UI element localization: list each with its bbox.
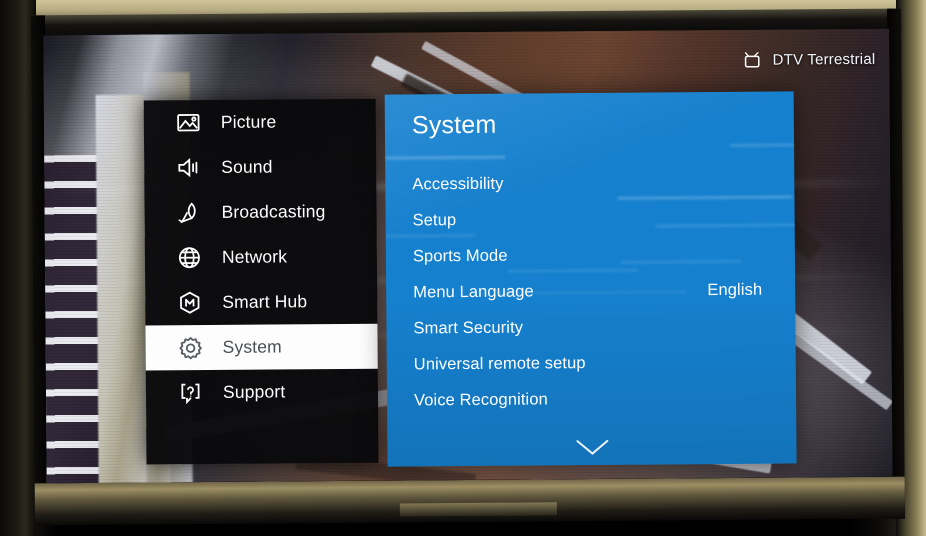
menu-item-broadcasting[interactable]: Broadcasting [144,189,376,236]
submenu-item-label: Smart Security [413,318,524,337]
submenu-item-label: Sports Mode [412,246,508,265]
submenu-item-voice-recognition[interactable]: Voice Recognition [387,379,796,418]
globe-icon [176,244,203,271]
menu-item-label: Smart Hub [222,291,308,312]
menu-item-label: Network [221,246,288,267]
picture-icon [175,109,202,136]
menu-item-smart-hub[interactable]: Smart Hub [145,279,377,326]
smart-hub-icon [176,289,203,316]
submenu-item-sports-mode[interactable]: Sports Mode [386,235,795,274]
scroll-down-indicator[interactable] [387,437,796,462]
menu-item-label: Support [222,381,286,402]
submenu-item-label: Setup [412,210,457,229]
menu-item-label: Picture [220,111,277,132]
satellite-dish-icon [175,199,202,226]
menu-item-picture[interactable]: Picture [144,99,376,146]
chevron-down-icon [575,439,609,461]
submenu-item-label: Menu Language [413,281,534,301]
television: DTV Terrestrial Picture Sound Broadcasti… [31,8,905,526]
submenu-item-label: Universal remote setup [413,353,586,373]
system-submenu-panel[interactable]: System Accessibility Setup Sports Mode M… [384,91,797,467]
status-bar: DTV Terrestrial [745,50,876,69]
submenu-item-label: Accessibility [412,174,504,193]
submenu-item-value: English [707,280,763,299]
gear-icon [177,334,204,361]
tv-icon [745,52,764,69]
submenu-item-smart-security[interactable]: Smart Security [386,307,795,346]
submenu-item-universal-remote-setup[interactable]: Universal remote setup [387,343,796,382]
submenu-item-setup[interactable]: Setup [385,199,794,238]
menu-item-support[interactable]: Support [146,369,378,416]
submenu-item-label: Voice Recognition [413,389,548,409]
menu-item-system[interactable]: System [145,323,378,371]
submenu-list[interactable]: Accessibility Setup Sports Mode Menu Lan… [385,163,796,418]
menu-item-network[interactable]: Network [145,234,377,281]
menu-item-sound[interactable]: Sound [144,144,376,191]
submenu-item-menu-language[interactable]: Menu Language English [386,271,795,310]
menu-item-label: Sound [221,156,273,177]
menu-item-label: System [222,336,282,357]
submenu-item-accessibility[interactable]: Accessibility [385,163,794,202]
tv-bezel-bottom [34,476,905,526]
speaker-icon [175,154,202,181]
menu-item-label: Broadcasting [221,201,326,222]
help-bubble-icon [177,379,204,406]
tv-screen: DTV Terrestrial Picture Sound Broadcasti… [43,28,893,484]
submenu-title: System [411,110,497,140]
main-menu[interactable]: Picture Sound Broadcasting Network Smart… [143,98,379,465]
source-label: DTV Terrestrial [772,50,876,69]
